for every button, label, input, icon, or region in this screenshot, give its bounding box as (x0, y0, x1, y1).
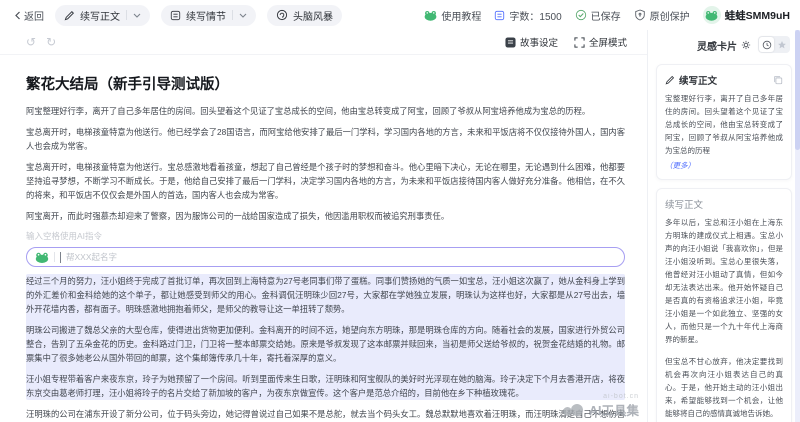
brainstorm-icon (276, 9, 288, 21)
sidebar-title: 灵感卡片 (697, 38, 737, 53)
user-account[interactable]: 蛙蛙SMM9uH (703, 6, 790, 24)
paragraph[interactable]: 宝总离开时，电梯孩童特意为他送行。他已经学会了28国语言，而阿宝给他安排了最后一… (26, 125, 625, 153)
pen-icon (665, 75, 675, 85)
username: 蛙蛙SMM9uH (725, 8, 790, 23)
word-count-icon (494, 10, 505, 21)
inspiration-sidebar: 灵感卡片 续写正文 (648, 30, 800, 422)
frog-icon (705, 10, 718, 21)
pill-divider (126, 10, 127, 20)
card-type-label: 续写正文 (679, 73, 769, 87)
copy-icon[interactable] (773, 75, 783, 85)
history-tab[interactable] (759, 37, 774, 52)
writing-app: 返回 续写正文 续写情节 头脑风暴 使用教程 (0, 0, 800, 422)
undo-icon[interactable]: ↺ (26, 35, 36, 49)
ai-generated-highlight[interactable]: 经过三个月的努力，汪小姐终于完成了首批订单，再次回到上海特意为27号老同事们带了… (26, 274, 625, 400)
document-title[interactable]: 繁花大结局（新手引导测试版） (26, 73, 625, 94)
editor-toolbar: ↺ ↻ 故事设定 全屏模式 (0, 30, 647, 55)
brainstorm-button[interactable]: 头脑风暴 (267, 5, 342, 26)
highlighted-paragraph[interactable]: 经过三个月的努力，汪小姐终于完成了首批订单，再次回到上海特意为27号老同事们带了… (26, 274, 625, 316)
continue-plot-label: 续写情节 (186, 8, 226, 23)
frog-icon (424, 10, 437, 21)
tutorial-label: 使用教程 (441, 8, 481, 23)
story-settings-button[interactable]: 故事设定 (505, 35, 558, 49)
back-button[interactable]: 返回 (14, 8, 44, 23)
continue-writing-button[interactable]: 续写正文 (55, 5, 150, 26)
fullscreen-label: 全屏模式 (589, 35, 627, 49)
pill-divider (232, 10, 233, 20)
input-divider (54, 252, 55, 262)
main-area: ↺ ↻ 故事设定 全屏模式 繁花大结局（新手引导测试版） 阿宝整理好行李，离 (0, 30, 800, 422)
shield-icon (634, 9, 646, 21)
highlighted-paragraph[interactable]: 汪小姐专程带着客户来夜东京，玲子为她预留了一个房间。听到里面传来生日歌，汪明珠和… (26, 372, 625, 400)
brainstorm-label: 头脑风暴 (293, 8, 333, 23)
sidebar-scrollbar (795, 30, 800, 422)
story-settings-label: 故事设定 (520, 35, 558, 49)
star-icon (777, 40, 787, 50)
check-circle-icon (575, 9, 587, 21)
card-text: 多年以后，宝总和汪小姐在上海东方明珠的建成仪式上相遇。宝总小声的向汪小姐说「我喜… (665, 216, 783, 346)
plot-icon (170, 10, 181, 21)
top-bar: 返回 续写正文 续写情节 头脑风暴 使用教程 (0, 0, 800, 30)
ai-command-hint: 输入空格使用AI指令 (26, 230, 625, 242)
word-count-label: 字数：1500 (509, 8, 561, 23)
paragraph[interactable]: 汪明珠的公司在浦东开设了新分公司，位于码头旁边，她记得曾说过自己如果不是总舵，就… (26, 407, 625, 422)
redo-icon[interactable]: ↻ (46, 35, 56, 49)
scrollbar-thumb[interactable] (795, 30, 800, 150)
tutorial-button[interactable]: 使用教程 (424, 8, 481, 23)
frog-icon (35, 252, 49, 263)
clock-icon (762, 40, 772, 50)
top-bar-right: 使用教程 字数：1500 已保存 原创保护 蛙蛙SMM9uH (424, 6, 790, 24)
inspiration-card: 续写正文 宝整理好行李，离开了自己多年居住的房间。回头望着这个见证了宝总成长的空… (656, 64, 792, 180)
chevron-down-icon[interactable] (133, 13, 141, 18)
saved-status: 已保存 (575, 8, 621, 23)
favorites-tab[interactable] (774, 37, 789, 52)
word-count: 字数：1500 (494, 8, 561, 23)
pen-icon (64, 10, 75, 21)
paragraph[interactable]: 阿宝离开，而此时强慕杰却迎来了警察，因为服饰公司的一战给国家造成了损失，他因滥用… (26, 209, 625, 223)
card-text: 宝整理好行李，离开了自己多年居住的房间。回头望着这个见证了宝总成长的空间，他由宝… (665, 92, 783, 157)
editor-pane: ↺ ↻ 故事设定 全屏模式 繁花大结局（新手引导测试版） 阿宝整理好行李，离 (0, 30, 648, 422)
inspiration-card: 续写正文 多年以后，宝总和汪小姐在上海东方明珠的建成仪式上相遇。宝总小声的向汪小… (656, 188, 792, 422)
sidebar-header: 灵感卡片 (648, 32, 800, 58)
highlighted-paragraph[interactable]: 明珠公司搬进了魏总父亲的大型仓库，使得进出货物更加便利。金科离开的时间不远，她望… (26, 323, 625, 365)
continue-plot-button[interactable]: 续写情节 (161, 5, 256, 26)
fullscreen-button[interactable]: 全屏模式 (574, 35, 627, 49)
protection-label: 原创保护 (650, 8, 690, 23)
chevron-left-icon (14, 11, 21, 20)
fullscreen-icon (574, 37, 585, 48)
inspiration-cards: 续写正文 宝整理好行李，离开了自己多年居住的房间。回头望着这个见证了宝总成长的空… (648, 58, 800, 422)
history-controls: ↺ ↻ (26, 35, 56, 49)
gear-icon[interactable] (741, 40, 751, 50)
card-text: 但宝总不甘心放弃，他决定要找到机会再次向汪小姐表达自己的真心。于是，他开始主动的… (665, 355, 783, 420)
ai-input-placeholder: 帮XXX起名字 (66, 251, 117, 263)
saved-label: 已保存 (591, 8, 621, 23)
editor-content[interactable]: 繁花大结局（新手引导测试版） 阿宝整理好行李，离开了自己多年居住的房间。回头望着… (0, 55, 647, 422)
paragraph[interactable]: 阿宝整理好行李，离开了自己多年居住的房间。回头望着这个见证了宝总成长的空间，他由… (26, 104, 625, 118)
avatar (703, 6, 721, 24)
editor-toolbar-right: 故事设定 全屏模式 (505, 35, 627, 49)
card-view-toggle (758, 36, 790, 53)
chevron-down-icon[interactable] (239, 13, 247, 18)
continue-writing-label: 续写正文 (80, 8, 120, 23)
more-link[interactable]: （更多） (665, 160, 783, 171)
paragraph[interactable]: 宝总离开时，电梯孩童特意为他送行。宝总感激地看着孩童，想起了自己曾经是个孩子时的… (26, 160, 625, 202)
top-bar-left: 返回 续写正文 续写情节 头脑风暴 (14, 5, 342, 26)
original-protection[interactable]: 原创保护 (634, 8, 690, 23)
back-label: 返回 (24, 8, 44, 23)
ai-command-input[interactable]: 帮XXX起名字 (26, 247, 625, 267)
card-type-label: 续写正文 (665, 197, 783, 211)
story-settings-icon (505, 37, 516, 48)
text-cursor (60, 252, 61, 263)
